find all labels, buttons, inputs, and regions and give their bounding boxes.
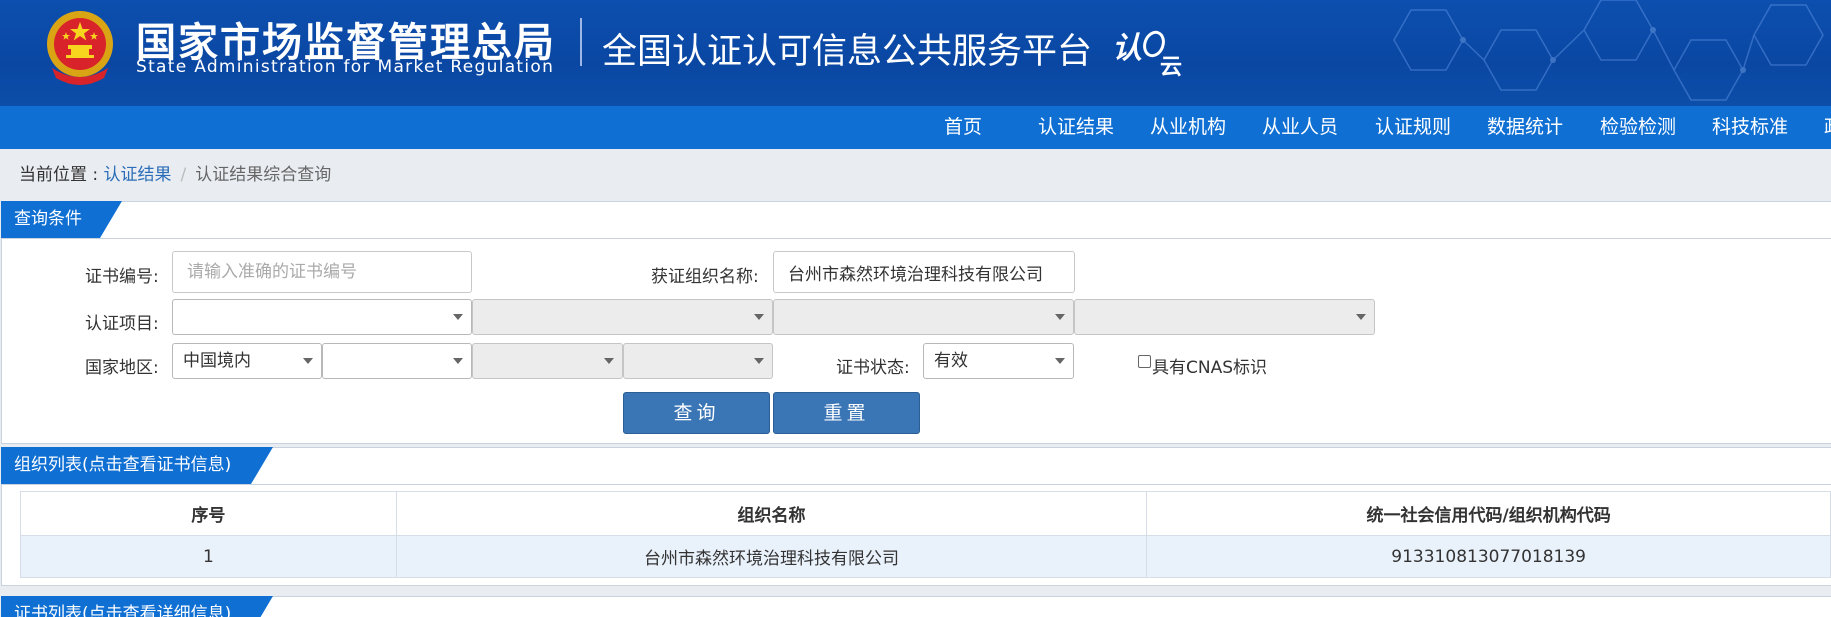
- chevron-down-icon: [1055, 314, 1065, 320]
- org-table: 序号 组织名称 统一社会信用代码/组织机构代码 1 台州市森然环境治理科技有限公…: [20, 491, 1831, 578]
- nav-item-cert-results[interactable]: 认证结果: [1038, 106, 1114, 149]
- nav-item-personnel[interactable]: 从业人员: [1262, 106, 1338, 149]
- search-button[interactable]: 查询: [623, 392, 770, 434]
- column-header-org-name: 组织名称: [395, 491, 1148, 536]
- national-emblem-icon: [47, 11, 113, 85]
- panel-divider: [2, 484, 1831, 485]
- region-label: 国家地区:: [85, 358, 159, 378]
- table-cell-credit-code: 913310813077018139: [1146, 535, 1831, 578]
- org-name-en: State Administration for Market Regulati…: [136, 57, 555, 77]
- org-name-label: 获证组织名称:: [651, 267, 759, 287]
- project-select-1[interactable]: [172, 299, 472, 335]
- nav-item-home[interactable]: 首页: [944, 106, 982, 149]
- reset-button[interactable]: 重置: [773, 392, 920, 434]
- svg-text:认: 认: [1112, 31, 1142, 66]
- project-select-2[interactable]: [472, 299, 773, 335]
- breadcrumb-prefix: 当前位置 :: [19, 165, 104, 185]
- nav-item-institutions[interactable]: 从业机构: [1150, 106, 1226, 149]
- main-nav: 首页 认证结果 从业机构 从业人员 认证规则 数据统计 检验检测 科技标准 政: [0, 106, 1831, 149]
- chevron-down-icon: [1356, 314, 1366, 320]
- header-divider: [580, 18, 582, 66]
- query-panel-tab: 查询条件: [1, 201, 122, 238]
- project-select-4[interactable]: [1074, 299, 1375, 335]
- cnas-checkbox[interactable]: [1138, 355, 1151, 368]
- platform-title: 全国认证认可信息公共服务平台: [602, 32, 1093, 72]
- cert-list-panel-tab: 证书列表(点击查看详细信息): [1, 596, 273, 617]
- chevron-down-icon: [1055, 358, 1065, 364]
- table-header-row: 序号 组织名称 统一社会信用代码/组织机构代码: [20, 491, 1831, 536]
- breadcrumb-current: 认证结果综合查询: [195, 165, 332, 185]
- renzheng-yun-logo: 认 云: [1112, 30, 1182, 80]
- org-list-panel-tab: 组织列表(点击查看证书信息): [1, 447, 273, 484]
- panel-divider: [2, 238, 1831, 239]
- chevron-down-icon: [453, 358, 463, 364]
- column-header-index: 序号: [20, 491, 397, 536]
- nav-item-cert-rules[interactable]: 认证规则: [1375, 106, 1451, 149]
- cert-no-input[interactable]: [172, 251, 472, 293]
- nav-item-statistics[interactable]: 数据统计: [1487, 106, 1563, 149]
- breadcrumb-link-cert-results[interactable]: 认证结果: [104, 165, 172, 185]
- breadcrumb-separator: /: [180, 165, 187, 185]
- chevron-down-icon: [604, 358, 614, 364]
- region-select-district[interactable]: [623, 343, 773, 379]
- site-header: 国家市场监督管理总局 State Administration for Mark…: [0, 0, 1831, 106]
- column-header-credit-code: 统一社会信用代码/组织机构代码: [1146, 491, 1831, 536]
- project-select-3[interactable]: [773, 299, 1074, 335]
- hex-pattern-decoration: [1393, 0, 1824, 101]
- project-label: 认证项目:: [85, 314, 159, 334]
- cert-status-label: 证书状态:: [836, 358, 910, 378]
- org-name-input[interactable]: [773, 251, 1075, 293]
- chevron-down-icon: [754, 358, 764, 364]
- svg-text:云: 云: [1160, 55, 1182, 80]
- query-panel: 查询条件 证书编号: 获证组织名称: 认证项目: 国家地区: 中国境内 证书状态…: [1, 201, 1831, 444]
- nav-item-inspection[interactable]: 检验检测: [1600, 106, 1676, 149]
- chevron-down-icon: [754, 314, 764, 320]
- table-cell-index: 1: [20, 535, 397, 578]
- chevron-down-icon: [453, 314, 463, 320]
- cert-no-label: 证书编号:: [85, 267, 159, 287]
- chevron-down-icon: [303, 358, 313, 364]
- region-select-province[interactable]: [322, 343, 472, 379]
- region-select-city[interactable]: [472, 343, 623, 379]
- nav-item-standards[interactable]: 科技标准: [1712, 106, 1788, 149]
- cert-list-panel: 证书列表(点击查看详细信息): [1, 596, 1831, 617]
- table-row[interactable]: 1 台州市森然环境治理科技有限公司 913310813077018139: [20, 535, 1831, 578]
- nav-item-policy[interactable]: 政: [1824, 106, 1831, 149]
- breadcrumb: 当前位置 : 认证结果 / 认证结果综合查询: [19, 160, 331, 185]
- table-cell-org-name[interactable]: 台州市森然环境治理科技有限公司: [395, 535, 1148, 578]
- region-select-country[interactable]: 中国境内: [172, 343, 322, 379]
- cert-status-select[interactable]: 有效: [923, 343, 1074, 379]
- cnas-label: 具有CNAS标识: [1152, 358, 1268, 378]
